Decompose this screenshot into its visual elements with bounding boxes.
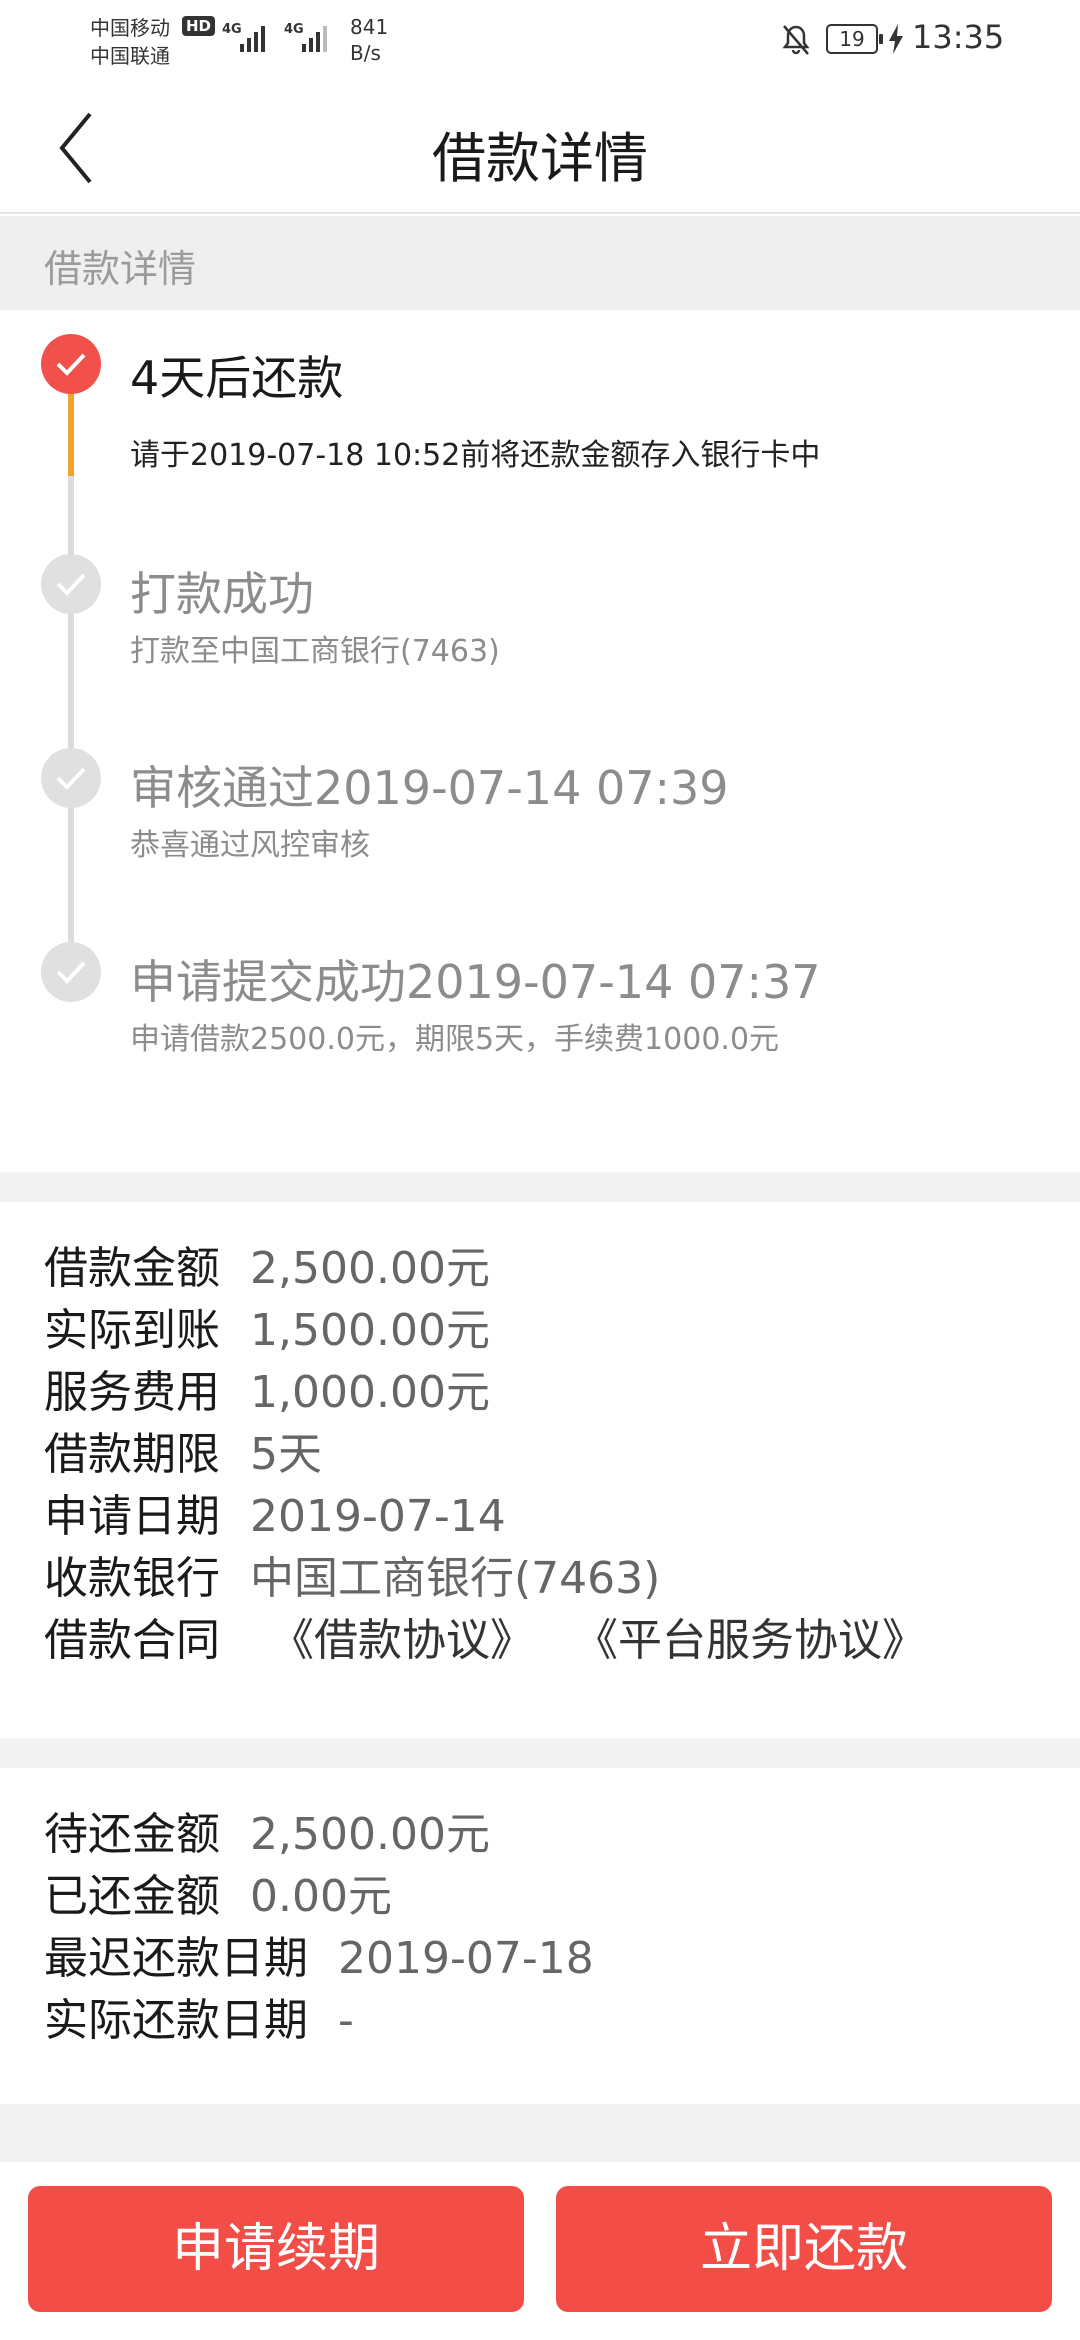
detail-value: - [338, 1995, 354, 2046]
detail-value: 2,500.00元 [250, 1243, 490, 1294]
step-3-title: 审核通过2019-07-14 07:39 [130, 761, 729, 815]
carrier-2: 中国联通 [90, 44, 170, 68]
detail-label: 最迟还款日期 [44, 1933, 308, 1984]
detail-label: 实际到账 [44, 1305, 220, 1356]
repay-row-paid: 已还金额 0.00元 [44, 1866, 392, 1928]
page-title: 借款详情 [432, 127, 648, 190]
network-speed: 841 B/s [350, 14, 388, 66]
action-bar: 申请续期 立即还款 [0, 2162, 1080, 2340]
detail-row-term: 借款期限 5天 [44, 1424, 322, 1486]
repay-row-pending: 待还金额 2,500.00元 [44, 1804, 490, 1866]
battery-icon: 19 [826, 24, 883, 54]
signal-bars-1-icon [240, 22, 265, 52]
section-header: 借款详情 [0, 216, 1080, 310]
step-4-title: 申请提交成功2019-07-14 07:37 [130, 955, 821, 1009]
carrier-1: 中国移动 [90, 16, 170, 40]
detail-value: 中国工商银行(7463) [250, 1553, 661, 1604]
detail-label: 已还金额 [44, 1871, 220, 1922]
detail-label: 申请日期 [44, 1491, 220, 1542]
loan-timeline: 4天后还款 请于2019-07-18 10:52前将还款金额存入银行卡中 打款成… [0, 310, 1080, 1172]
carrier-names: 中国移动 中国联通 [90, 14, 170, 70]
detail-label: 收款银行 [44, 1553, 220, 1604]
renew-button[interactable]: 申请续期 [28, 2186, 524, 2312]
repay-row-actual-date: 实际还款日期 - [44, 1990, 354, 2052]
repayment-card: 待还金额 2,500.00元 已还金额 0.00元 最迟还款日期 2019-07-18… [0, 1768, 1080, 2104]
repay-row-latest-date: 最迟还款日期 2019-07-18 [44, 1928, 594, 1990]
detail-label: 借款金额 [44, 1243, 220, 1294]
detail-value: 2019-07-14 [250, 1491, 506, 1542]
nav-bar: 借款详情 [0, 80, 1080, 214]
detail-label: 借款合同 [44, 1615, 220, 1666]
detail-label: 服务费用 [44, 1367, 220, 1418]
divider [0, 2104, 1080, 2162]
step-check-icon [41, 554, 101, 614]
detail-label: 借款期限 [44, 1429, 220, 1480]
platform-agreement-link[interactable]: 《平台服务协议》 [574, 1610, 926, 1672]
charging-icon [889, 24, 903, 54]
network-type-2: 4G [284, 22, 304, 37]
step-check-icon [41, 942, 101, 1002]
network-type-1: 4G [222, 22, 242, 37]
section-header-label: 借款详情 [44, 247, 197, 291]
detail-label: 实际还款日期 [44, 1995, 308, 2046]
detail-row-received: 实际到账 1,500.00元 [44, 1300, 490, 1362]
clock: 13:35 [912, 18, 1005, 56]
step-check-icon [41, 748, 101, 808]
divider [0, 1738, 1080, 1768]
timeline-track-line [68, 476, 74, 974]
detail-value: 0.00元 [250, 1871, 392, 1922]
detail-row-fee: 服务费用 1,000.00元 [44, 1362, 490, 1424]
signal-bars-2-icon [302, 22, 327, 52]
step-1-subtitle: 请于2019-07-18 10:52前将还款金额存入银行卡中 [130, 438, 821, 473]
detail-row-amount: 借款金额 2,500.00元 [44, 1238, 490, 1300]
hd-badge: HD [182, 16, 216, 36]
step-2-title: 打款成功 [130, 567, 314, 621]
detail-value: 1,000.00元 [250, 1367, 490, 1418]
detail-row-bank: 收款银行 中国工商银行(7463) [44, 1548, 660, 1610]
loan-details-card: 借款金额 2,500.00元 实际到账 1,500.00元 服务费用 1,000.00… [0, 1202, 1080, 1738]
speed-unit: B/s [350, 41, 381, 65]
detail-value: 5天 [250, 1429, 322, 1480]
speed-value: 841 [350, 15, 389, 39]
step-3-subtitle: 恭喜通过风控审核 [130, 828, 370, 863]
step-4-subtitle: 申请借款2500.0元，期限5天，手续费1000.0元 [130, 1022, 780, 1057]
status-bar: 中国移动 中国联通 HD 4G 4G 841 B/s 19 13:35 [0, 0, 1080, 80]
detail-label: 待还金额 [44, 1809, 220, 1860]
loan-agreement-link[interactable]: 《借款协议》 [270, 1610, 534, 1672]
step-check-active-icon [41, 334, 101, 394]
step-1-title: 4天后还款 [130, 351, 344, 405]
detail-value: 1,500.00元 [250, 1305, 490, 1356]
repay-now-button[interactable]: 立即还款 [556, 2186, 1052, 2312]
detail-row-apply-date: 申请日期 2019-07-14 [44, 1486, 506, 1548]
detail-value: 2,500.00元 [250, 1809, 490, 1860]
bell-muted-icon [782, 25, 810, 55]
step-2-subtitle: 打款至中国工商银行(7463) [130, 634, 500, 669]
divider [0, 1172, 1080, 1202]
detail-value: 2019-07-18 [338, 1933, 594, 1984]
detail-row-contract: 借款合同 《借款协议》 《平台服务协议》 [44, 1610, 926, 1672]
